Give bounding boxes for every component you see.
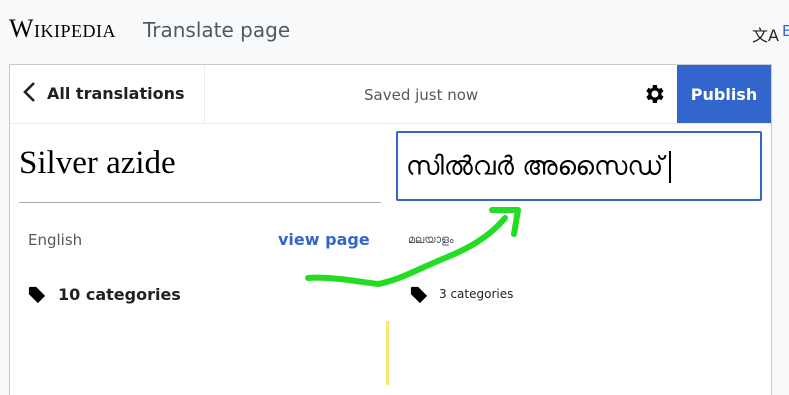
view-page-link[interactable]: view page — [278, 230, 370, 249]
text-caret — [669, 151, 672, 183]
chevron-left-icon — [23, 82, 35, 102]
source-title-underline — [19, 202, 381, 203]
target-language: മലയാളം — [408, 233, 454, 246]
page-title: Translate page — [143, 18, 291, 42]
gear-icon[interactable] — [642, 82, 666, 106]
target-title-text: സിൽവർ അസൈഡ് — [406, 151, 672, 183]
all-translations-label: All translations — [47, 84, 185, 103]
wikipedia-logo[interactable]: Wikipedia — [9, 14, 116, 44]
translation-panel: All translations Saved just now Publish … — [9, 64, 772, 395]
target-categories[interactable]: 3 categories — [439, 287, 513, 301]
language-selector[interactable]: E — [782, 22, 789, 40]
translation-header: All translations Saved just now Publish — [10, 65, 771, 124]
column-highlight-bar — [386, 321, 389, 385]
tag-icon — [28, 286, 46, 304]
top-bar: Wikipedia Translate page 文A E — [0, 0, 789, 58]
all-translations-button[interactable]: All translations — [10, 65, 205, 123]
source-title: Silver azide — [19, 145, 176, 181]
source-categories[interactable]: 10 categories — [58, 285, 181, 304]
publish-button[interactable]: Publish — [677, 65, 771, 123]
target-title-input[interactable]: സിൽവർ അസൈഡ് — [396, 131, 762, 201]
save-status: Saved just now — [364, 86, 479, 104]
translate-icon[interactable]: 文A — [752, 22, 779, 46]
source-language: English — [28, 231, 83, 249]
tag-icon — [410, 286, 428, 304]
target-title-value: സിൽവർ അസൈഡ് — [406, 151, 664, 182]
